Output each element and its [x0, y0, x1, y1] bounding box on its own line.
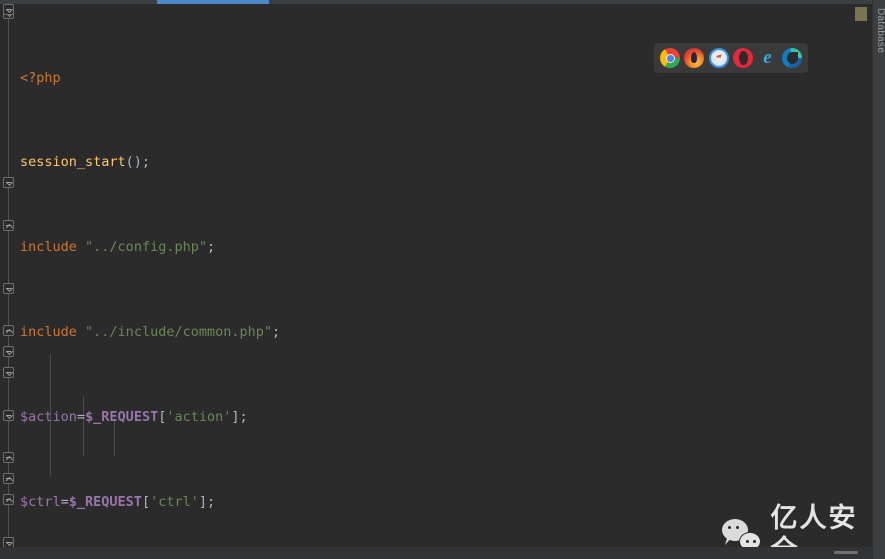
resize-handle[interactable] [834, 551, 858, 554]
fold-marker-icon[interactable] [3, 283, 14, 294]
internet-explorer-icon[interactable]: e [757, 48, 777, 68]
fold-marker-icon[interactable] [3, 177, 14, 188]
opera-icon[interactable] [733, 48, 754, 68]
fold-marker-icon[interactable] [3, 473, 14, 484]
code-line[interactable]: include "../include/common.php"; [18, 322, 852, 343]
fold-marker-icon[interactable] [3, 410, 14, 421]
fold-marker-icon[interactable] [3, 325, 14, 336]
chrome-icon[interactable] [660, 48, 681, 68]
safari-icon[interactable] [708, 48, 729, 68]
code-line[interactable]: $action=$_REQUEST['action']; [18, 407, 852, 428]
bottom-status-bar [0, 547, 872, 559]
tool-button-database[interactable]: Database [873, 4, 885, 53]
fold-marker-icon[interactable] [3, 452, 14, 463]
right-tool-stripe[interactable]: Database [872, 0, 885, 559]
code-content[interactable]: <?php session_start(); include "../confi… [18, 4, 852, 559]
code-line[interactable]: session_start(); [18, 152, 852, 173]
browser-preview-toolbar[interactable]: e [654, 43, 808, 73]
fold-marker-icon[interactable] [3, 494, 14, 505]
code-editor[interactable]: <?php session_start(); include "../confi… [0, 4, 852, 559]
fold-marker-icon[interactable] [3, 4, 14, 15]
firefox-icon[interactable] [684, 48, 705, 68]
scrollbar-warning-marker[interactable] [855, 7, 867, 21]
editor-gutter[interactable] [0, 4, 18, 559]
fold-region-line [8, 8, 9, 548]
fold-marker-icon[interactable] [3, 346, 14, 357]
edge-icon[interactable] [781, 48, 802, 68]
editor-marker-strip[interactable] [852, 4, 872, 559]
code-line[interactable]: include "../config.php"; [18, 237, 852, 258]
ide-window: <?php session_start(); include "../confi… [0, 0, 885, 559]
fold-marker-icon[interactable] [3, 367, 14, 378]
fold-marker-icon[interactable] [3, 220, 14, 231]
